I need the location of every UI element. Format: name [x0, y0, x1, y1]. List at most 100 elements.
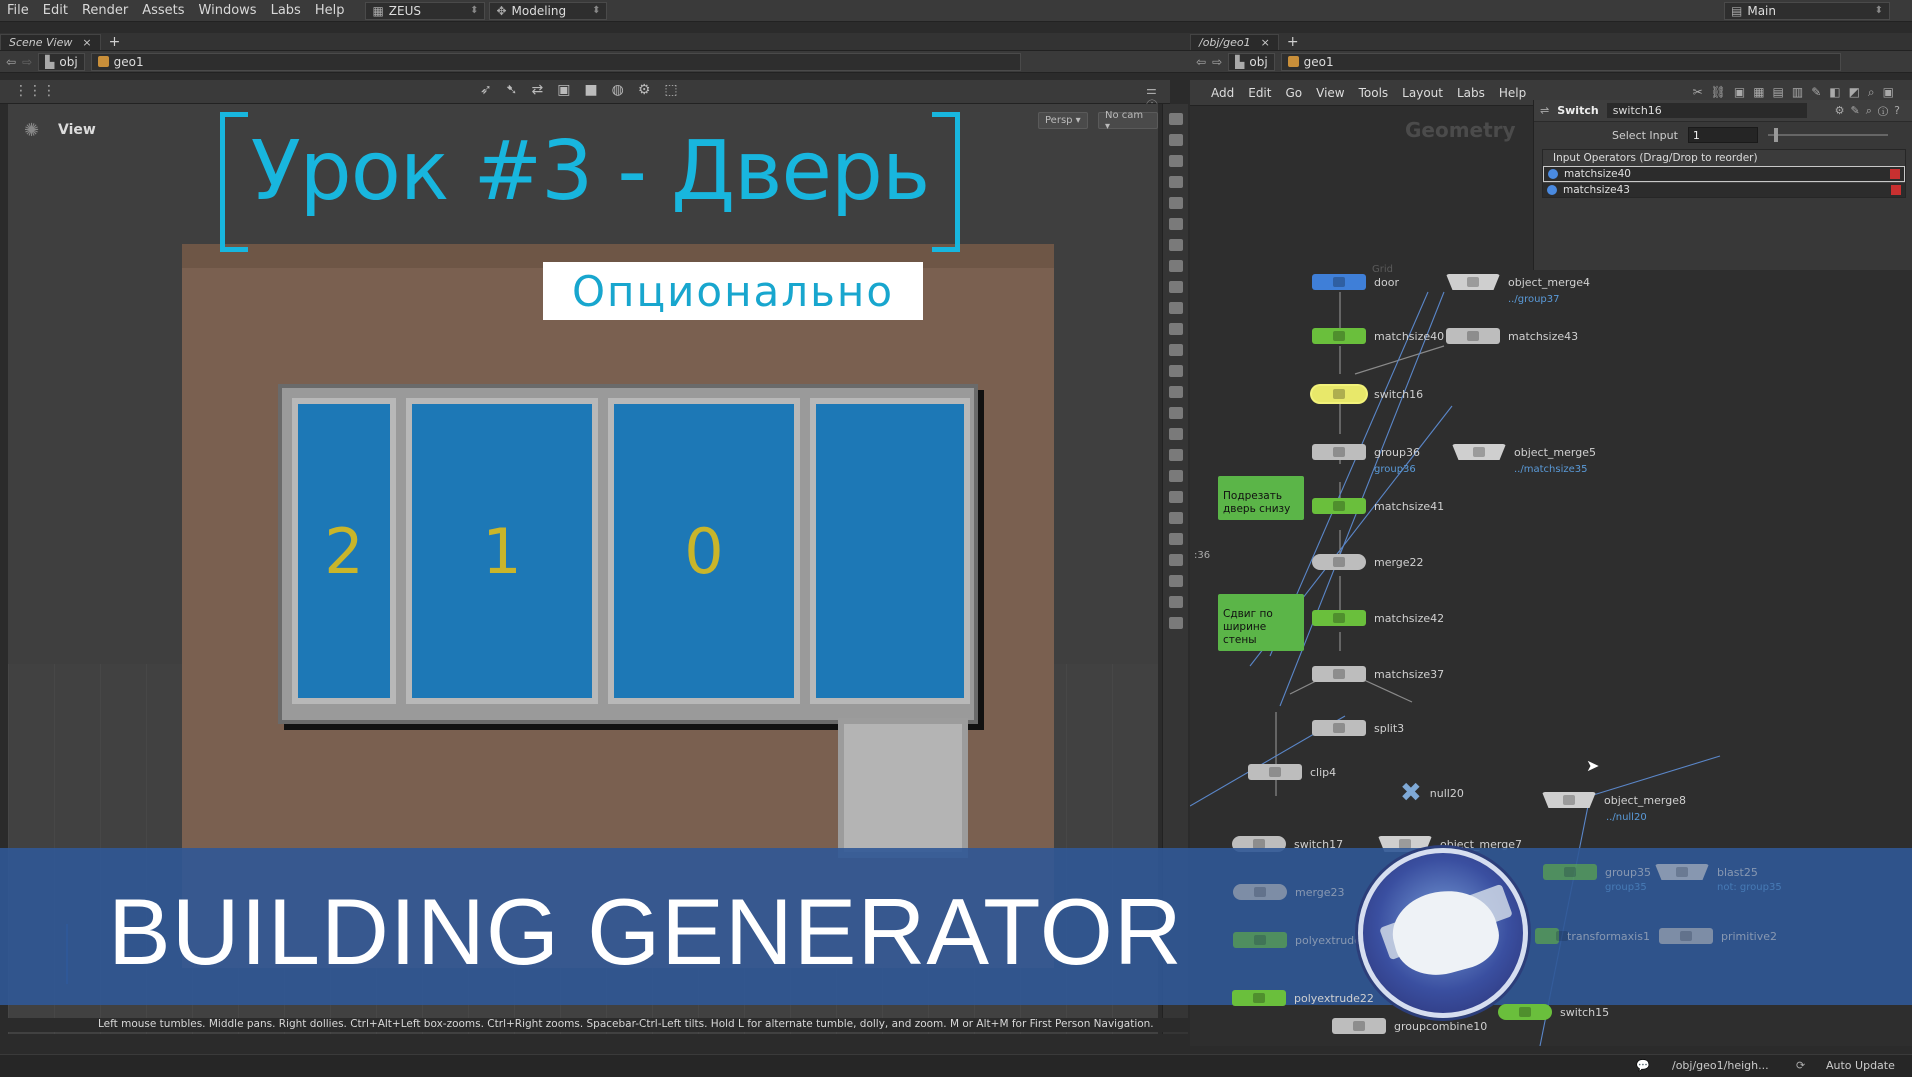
- camera-menu[interactable]: No cam ▾: [1098, 110, 1158, 132]
- window-pane-0: 0: [608, 398, 800, 704]
- grid-menu-icon[interactable]: ⋮⋮⋮: [14, 83, 56, 99]
- obj-icon: ▙: [1235, 54, 1245, 69]
- persp-menu[interactable]: Persp ▾: [1038, 112, 1088, 129]
- net-menu-add[interactable]: Add: [1204, 86, 1241, 100]
- net-menu-go[interactable]: Go: [1278, 86, 1309, 100]
- node-matchsize43[interactable]: matchsize43: [1446, 328, 1578, 344]
- param-tools-icon[interactable]: ⚙✎⌕ⓘ?: [1835, 104, 1906, 118]
- select-input-field[interactable]: 1: [1687, 127, 1758, 143]
- tab-network[interactable]: /obj/geo1 ×: [1190, 33, 1279, 50]
- forward-arrow-icon[interactable]: ⇨: [22, 55, 32, 69]
- tool-icon[interactable]: [1168, 281, 1183, 293]
- tool-icon[interactable]: [1168, 113, 1183, 125]
- status-path[interactable]: /obj/geo1/heigh...: [1672, 1059, 1769, 1072]
- node-groupcombine10[interactable]: groupcombine10: [1332, 1018, 1487, 1034]
- tool-icon[interactable]: [1168, 176, 1183, 188]
- node-matchsize41[interactable]: matchsize41: [1312, 498, 1444, 514]
- tool-icon[interactable]: [1168, 617, 1183, 629]
- remove-icon[interactable]: [1891, 185, 1901, 195]
- sticky-note-trim[interactable]: Подрезать дверь снизу: [1218, 476, 1304, 520]
- select-tools-icon[interactable]: ➶➷⇄▣■◍⚙⬚: [480, 82, 692, 98]
- select-input-slider[interactable]: [1767, 128, 1888, 142]
- refresh-icon[interactable]: ⟳: [1796, 1059, 1805, 1072]
- sticky-note-shift[interactable]: Сдвиг по ширине стены: [1218, 594, 1304, 651]
- tool-icon[interactable]: [1168, 302, 1183, 314]
- menu-labs[interactable]: Labs: [264, 3, 308, 18]
- net-menu-edit[interactable]: Edit: [1241, 86, 1278, 100]
- node-split3[interactable]: split3: [1312, 720, 1404, 736]
- node-matchsize37[interactable]: matchsize37: [1312, 666, 1444, 682]
- node-clip4[interactable]: clip4: [1248, 764, 1336, 780]
- node-name-field[interactable]: switch16: [1606, 103, 1807, 118]
- menu-file[interactable]: File: [0, 3, 36, 18]
- desktop-selector[interactable]: ▦ ZEUS ⬍: [365, 1, 486, 20]
- node-object-merge8[interactable]: object_merge8: [1542, 792, 1686, 808]
- clip-icon: [1248, 764, 1302, 780]
- tab-scene-view[interactable]: Scene View ×: [0, 33, 101, 50]
- tool-icon[interactable]: [1168, 596, 1183, 608]
- tool-icon[interactable]: [1168, 491, 1183, 503]
- node-label: group36: [1374, 445, 1420, 459]
- auto-update-menu[interactable]: Auto Update: [1826, 1059, 1895, 1072]
- remove-icon[interactable]: [1890, 169, 1900, 179]
- back-arrow-icon[interactable]: ⇦: [1196, 55, 1206, 69]
- tool-icon[interactable]: [1168, 512, 1183, 524]
- node-polyextrude22[interactable]: polyextrude22: [1232, 990, 1374, 1006]
- node-matchsize42[interactable]: matchsize42: [1312, 610, 1444, 626]
- node-matchsize40[interactable]: matchsize40: [1312, 328, 1444, 344]
- node-object-merge5[interactable]: object_merge5: [1452, 444, 1596, 460]
- node-switch16[interactable]: switch16: [1312, 386, 1423, 402]
- tool-icon[interactable]: [1168, 260, 1183, 272]
- close-icon[interactable]: ×: [82, 36, 91, 49]
- add-tab-icon[interactable]: +: [109, 34, 121, 50]
- menu-windows[interactable]: Windows: [192, 3, 264, 18]
- path-obj[interactable]: ▙ obj: [38, 52, 85, 71]
- main-selector[interactable]: ▤ Main ⬍: [1724, 1, 1890, 20]
- node-object-merge4[interactable]: object_merge4: [1446, 274, 1590, 290]
- node-door[interactable]: door: [1312, 274, 1399, 290]
- net-menu-help[interactable]: Help: [1492, 86, 1533, 100]
- input-operator-item[interactable]: matchsize43: [1543, 182, 1905, 197]
- tool-icon[interactable]: [1168, 134, 1183, 146]
- network-tools-icon[interactable]: ✂⛓▣▦▤▥✎◧◩⌕▣: [1693, 85, 1902, 100]
- tool-icon[interactable]: [1168, 470, 1183, 482]
- menu-edit[interactable]: Edit: [36, 3, 75, 18]
- menu-help[interactable]: Help: [308, 3, 352, 18]
- tool-icon[interactable]: [1168, 239, 1183, 251]
- path-geo1[interactable]: geo1: [1280, 52, 1841, 71]
- tool-icon[interactable]: [1168, 449, 1183, 461]
- node-sub-label: ../matchsize35: [1514, 464, 1588, 475]
- tool-icon[interactable]: [1168, 407, 1183, 419]
- tool-icon[interactable]: [1168, 365, 1183, 377]
- path-obj[interactable]: ▙ obj: [1228, 52, 1275, 71]
- forward-arrow-icon[interactable]: ⇨: [1212, 55, 1222, 69]
- tool-icon[interactable]: [1168, 575, 1183, 587]
- tool-icon[interactable]: [1168, 344, 1183, 356]
- input-operator-item[interactable]: matchsize40: [1543, 166, 1905, 182]
- operator-icon: [1547, 185, 1557, 195]
- tool-icon[interactable]: [1168, 428, 1183, 440]
- node-group36[interactable]: group36: [1312, 444, 1420, 460]
- tool-icon[interactable]: [1168, 533, 1183, 545]
- back-arrow-icon[interactable]: ⇦: [6, 55, 16, 69]
- net-menu-view[interactable]: View: [1309, 86, 1351, 100]
- tool-icon[interactable]: [1168, 386, 1183, 398]
- node-switch15[interactable]: switch15: [1498, 1004, 1609, 1020]
- path-geo1[interactable]: geo1: [90, 52, 1021, 71]
- node-merge22[interactable]: merge22: [1312, 554, 1424, 570]
- chat-icon[interactable]: 💬: [1636, 1059, 1650, 1072]
- net-menu-layout[interactable]: Layout: [1395, 86, 1450, 100]
- lock-icon[interactable]: [1168, 155, 1183, 167]
- tool-icon[interactable]: [1168, 554, 1183, 566]
- menu-assets[interactable]: Assets: [135, 3, 191, 18]
- tool-icon[interactable]: [1168, 218, 1183, 230]
- node-null20[interactable]: ✖ null20: [1400, 778, 1464, 808]
- menu-render[interactable]: Render: [75, 3, 135, 18]
- close-icon[interactable]: ×: [1261, 36, 1270, 49]
- tool-icon[interactable]: [1168, 197, 1183, 209]
- net-menu-tools[interactable]: Tools: [1352, 86, 1396, 100]
- add-tab-icon[interactable]: +: [1287, 34, 1299, 50]
- net-menu-labs[interactable]: Labs: [1450, 86, 1492, 100]
- shelf-selector[interactable]: ✥ Modeling ⬍: [489, 1, 608, 20]
- tool-icon[interactable]: [1168, 323, 1183, 335]
